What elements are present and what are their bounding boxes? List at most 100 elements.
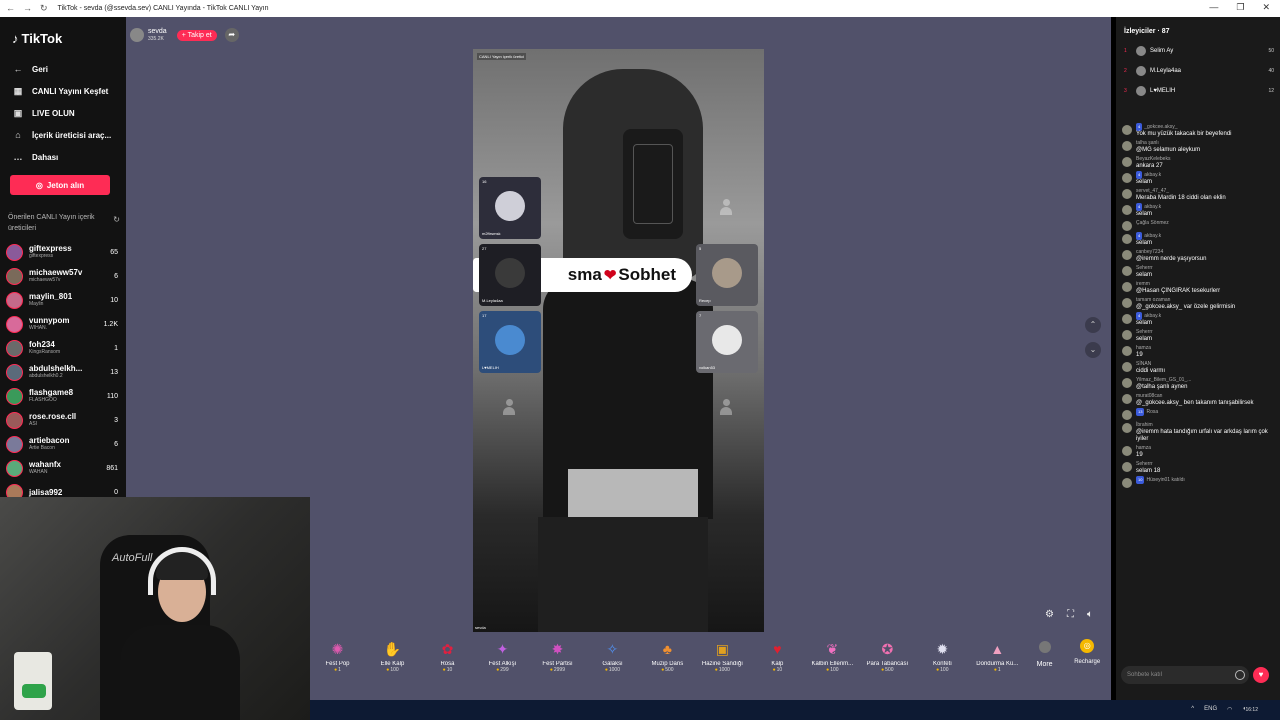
chat-message[interactable]: Çağla Sönmez (1122, 219, 1274, 231)
guest-tile[interactable]: 17 L♥MELIH (479, 311, 541, 373)
suggested-creator[interactable]: rose.rose.cll ASI 3 (6, 408, 118, 432)
reload-icon[interactable]: ↻ (40, 3, 48, 14)
chat-message[interactable]: BeyazKelebeks ankara 27 (1122, 155, 1274, 170)
chat-message[interactable]: talha şanlı @MG selamun aleykum (1122, 139, 1274, 154)
clock[interactable]: 16:12 (1245, 707, 1258, 713)
creator-subtitle: ASI (29, 421, 38, 427)
volume-icon[interactable]: 🔈︎ (1087, 609, 1093, 620)
wifi-icon[interactable]: ◠ (1227, 706, 1232, 713)
chat-message[interactable]: Seherrr selam (1122, 328, 1274, 343)
chat-message[interactable]: canbey7234 @iremm nerde yaşıyorsun (1122, 248, 1274, 263)
gift-item[interactable]: ♣Muzip Dans500 (640, 631, 695, 673)
suggested-creator[interactable]: foh234 KingsRansom 1 (6, 336, 118, 360)
suggested-creator[interactable]: wahanfx WAHAN 861 (6, 456, 118, 480)
chat-message[interactable]: murat08can @_gokcee.aksy_ ben takanım tan… (1122, 392, 1274, 407)
empty-seat-icon[interactable] (502, 399, 516, 415)
chat-message[interactable]: Seherrr selam 18 (1122, 460, 1274, 475)
gift-item[interactable]: ✺Fest Pop1 (310, 631, 365, 673)
language-indicator[interactable]: ENG (1204, 706, 1217, 713)
top-viewer[interactable]: 2 M.Leyla4aa 40 (1124, 61, 1274, 81)
sidebar-item-more[interactable]: … Dahası (12, 146, 122, 168)
refresh-icon[interactable]: ↻ (113, 214, 120, 225)
previous-stream-button[interactable]: ⌃ (1085, 317, 1101, 333)
sidebar-item-go-live[interactable]: ▣ LIVE OLUN (12, 102, 122, 124)
viewers-label[interactable]: İzleyiciler · 87 (1124, 28, 1170, 35)
fullscreen-icon[interactable]: ⛶ (1067, 609, 1074, 620)
chat-message[interactable]: 4 _gokcee.aksy_ Yok mu yüzük takacak bir b… (1122, 123, 1274, 138)
follow-button[interactable]: + Takip et (176, 29, 217, 41)
next-stream-button[interactable]: ⌄ (1085, 342, 1101, 358)
host-name[interactable]: sevda (148, 28, 167, 36)
get-coins-button[interactable]: ◎ Jeton alın (10, 175, 110, 195)
gift-item[interactable]: ✧Galaksi1000 (585, 631, 640, 673)
back-icon[interactable]: ← (6, 3, 15, 14)
gift-item[interactable]: ✪Para Tabancası500 (860, 631, 915, 673)
suggested-creator[interactable]: artiebacon Artie Bacon 6 (6, 432, 118, 456)
chat-message[interactable]: 4 akbay.k selam (1122, 203, 1274, 218)
suggested-heading-text: Önerilen CANLI Yayın içerik üreticileri (8, 214, 95, 232)
viewer-count: 65 (110, 248, 118, 256)
gift-item[interactable]: ✸Fest Partisi2999 (530, 631, 585, 673)
empty-seat-icon[interactable] (719, 399, 733, 415)
gift-item[interactable]: ▣Hazine Sandığı1000 (695, 631, 750, 673)
forward-icon[interactable]: → (23, 3, 32, 14)
emoji-icon[interactable] (1235, 670, 1245, 680)
viewer-count: 6 (114, 272, 118, 280)
chat-message[interactable]: iremm @Hasan ÇINGIRAK tesekurlerr (1122, 280, 1274, 295)
chat-message[interactable]: 4 akbay.k selam (1122, 312, 1274, 327)
gift-item[interactable]: ✋Elle Kalp100 (365, 631, 420, 673)
suggested-creator[interactable]: maylin_801 Maylin 10 (6, 288, 118, 312)
suggested-creator[interactable]: flashgame8 FLASHGOO 110 (6, 384, 118, 408)
chat-message[interactable]: hamza 19 (1122, 444, 1274, 459)
sidebar-item-explore-live[interactable]: ▦ CANLI Yayını Keşfet (12, 80, 122, 102)
share-icon[interactable]: ➦ (224, 28, 239, 42)
chat-message[interactable]: tamam ozaman @_gokcee.aksy_ var özele gel… (1122, 296, 1274, 311)
chat-text: @Hasan ÇINGIRAK tesekurlerr (1136, 288, 1221, 294)
suggested-creator[interactable]: vunnypom WIHAN. 1.2K (6, 312, 118, 336)
maximize-icon[interactable]: ❐ (1236, 2, 1244, 13)
chat-input[interactable]: Sohbete katıl (1121, 666, 1249, 684)
suggested-creator[interactable]: abdulshelkh... abdulshelkh0.2 13 (6, 360, 118, 384)
gift-item[interactable]: ✿Rosa10 (420, 631, 475, 673)
chat-message[interactable]: 10 Hüseyin01 katıldı (1122, 476, 1274, 488)
guest-tile[interactable]: 16 m2ftrsmsk (479, 177, 541, 239)
gift-item[interactable]: ♥Kalp10 (750, 631, 805, 673)
chat-username: 4 akbay.k (1136, 171, 1161, 179)
window-controls: — ❐ ✕ (1209, 2, 1270, 13)
more-label: More (1036, 661, 1053, 668)
tiktok-logo[interactable]: ♪ TikTok (12, 31, 62, 46)
gift-button[interactable]: ♥ (1253, 667, 1269, 683)
gift-item[interactable]: ❦Kalbin Ellerim...100 (805, 631, 860, 673)
chat-message[interactable]: 4 akbay.k selam (1122, 232, 1274, 247)
chat-message[interactable]: Yilmaz_Bilem_GS_01_... @talha şanlı aynen (1122, 376, 1274, 391)
minimize-icon[interactable]: — (1209, 2, 1218, 13)
chat-message[interactable]: SİNAN ciddi varmı (1122, 360, 1274, 375)
chat-message[interactable]: 4 akbay.k selam (1122, 171, 1274, 186)
guest-tile[interactable]: 27 M.Leyla4aa (479, 244, 541, 306)
top-viewer[interactable]: 1 Selim Ay 50 (1124, 41, 1274, 61)
chat-message[interactable]: 13 Rosa (1122, 408, 1274, 420)
viewer-score: 40 (1268, 68, 1274, 74)
gift-item[interactable]: ▲Dondurma Kü...1 (970, 631, 1025, 673)
tray-chevron-icon[interactable]: ^ (1191, 706, 1194, 713)
chat-message[interactable]: servet_47_47_ Meraba Mardin 18 ciddi olan… (1122, 187, 1274, 202)
empty-seat-icon[interactable] (719, 199, 733, 215)
guest-tile[interactable]: 5 Recep (696, 244, 758, 306)
host-avatar[interactable] (130, 28, 144, 42)
guest-tile[interactable]: 7 volkan53 (696, 311, 758, 373)
sidebar-item-back[interactable]: ← Geri (12, 58, 122, 80)
recharge-button[interactable]: ◎ Recharge (1064, 631, 1110, 665)
chat-message[interactable]: Seherrr selam (1122, 264, 1274, 279)
top-viewer[interactable]: 3 L♥MELIH 12 (1124, 81, 1274, 101)
chat-message[interactable]: hamza 19 (1122, 344, 1274, 359)
suggested-creator[interactable]: michaeww57v michaeww57v 6 (6, 264, 118, 288)
gift-item[interactable]: ✹Konfeti100 (915, 631, 970, 673)
more-gifts-button[interactable]: More (1025, 631, 1065, 668)
suggested-creator[interactable]: giftexpress giftexpress 65 (6, 240, 118, 264)
chat-message[interactable]: İbrahim @iremm hata tandığım urfalı var a… (1122, 421, 1274, 443)
live-video[interactable]: CANLI Yayın içerik üretici sevda sma ❤ S… (473, 49, 764, 632)
sidebar-item-creator-tools[interactable]: ⌂ İçerik üreticisi araç... (12, 124, 122, 146)
close-icon[interactable]: ✕ (1262, 2, 1270, 13)
gift-item[interactable]: ✦Fest Alkışı299 (475, 631, 530, 673)
settings-icon[interactable]: ⚙ (1045, 609, 1054, 620)
